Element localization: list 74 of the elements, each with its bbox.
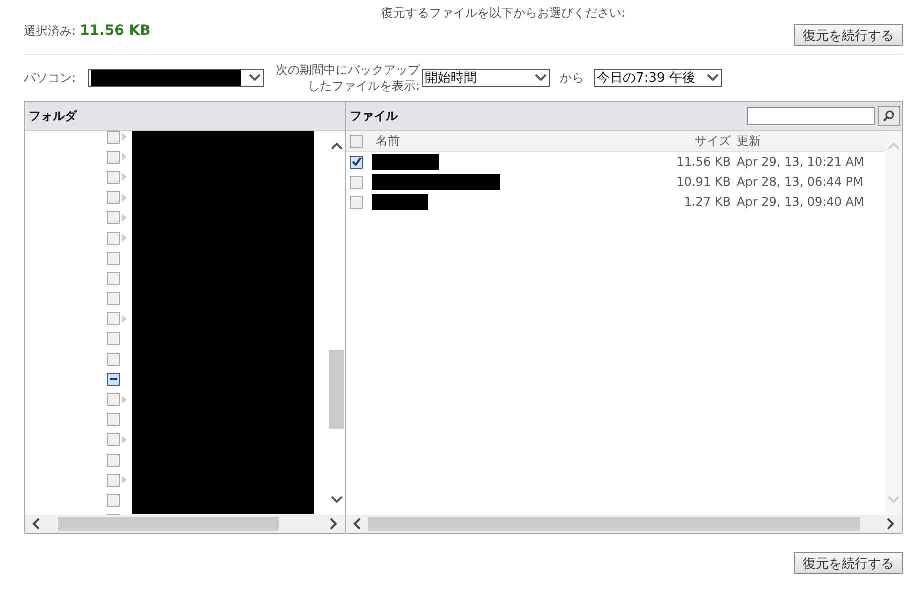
selected-label: 選択済み: bbox=[24, 23, 76, 40]
folder-checkbox[interactable] bbox=[107, 131, 120, 144]
chevron-down-icon[interactable] bbox=[249, 73, 262, 83]
folder-panel-title: フォルダ bbox=[29, 108, 77, 124]
expand-arrow-icon[interactable] bbox=[122, 314, 127, 323]
column-header[interactable]: サイズ bbox=[641, 132, 731, 150]
scrollbar-thumb[interactable] bbox=[368, 517, 860, 531]
scrollbar-thumb[interactable] bbox=[329, 350, 344, 430]
search-button[interactable] bbox=[878, 106, 900, 126]
file-panel-title: ファイル bbox=[350, 108, 398, 124]
file-modified: Apr 28, 13, 06:44 PM bbox=[736, 175, 864, 189]
folder-checkbox[interactable] bbox=[107, 232, 120, 245]
file-modified: Apr 29, 13, 10:21 AM bbox=[736, 155, 866, 169]
selected-size: 11.56 KB bbox=[80, 23, 151, 39]
folder-checkbox[interactable] bbox=[107, 393, 120, 406]
date-select[interactable]: 今日の7:39 午後 bbox=[594, 69, 722, 87]
folder-checkbox[interactable] bbox=[107, 150, 120, 164]
expand-arrow-icon[interactable] bbox=[122, 476, 127, 484]
folder-checkbox[interactable] bbox=[107, 474, 120, 487]
folder-checkbox[interactable] bbox=[107, 372, 120, 386]
folder-checkbox[interactable] bbox=[107, 332, 120, 346]
folder-checkbox[interactable] bbox=[107, 312, 120, 326]
folder-checkbox[interactable] bbox=[107, 413, 120, 426]
redacted-block bbox=[372, 154, 439, 170]
from-label: から bbox=[560, 70, 584, 86]
select-all-checkbox[interactable] bbox=[350, 134, 363, 148]
continue-restore-button[interactable]: 復元を続行する bbox=[794, 24, 903, 46]
file-checkbox[interactable] bbox=[350, 196, 363, 208]
expand-arrow-icon[interactable] bbox=[122, 234, 127, 242]
folder-checkbox[interactable] bbox=[107, 352, 120, 366]
expand-arrow-icon[interactable] bbox=[122, 133, 127, 142]
chevron-right-icon[interactable] bbox=[329, 518, 339, 530]
instruction-text: 復元するファイルを以下からお選びください: bbox=[381, 6, 626, 20]
chevron-left-icon[interactable] bbox=[31, 518, 41, 530]
folder-checkbox[interactable] bbox=[107, 433, 120, 446]
expand-arrow-icon[interactable] bbox=[122, 194, 127, 202]
period-label: 次の期間中にバックアップしたファイルを表示: bbox=[275, 62, 420, 94]
folder-checkbox[interactable] bbox=[107, 454, 120, 467]
chevron-down-icon[interactable] bbox=[535, 73, 548, 83]
horizontal-scrollbar[interactable] bbox=[25, 515, 345, 533]
folder-checkbox[interactable] bbox=[107, 494, 120, 507]
scrollbar-thumb[interactable] bbox=[58, 517, 279, 531]
folder-checkbox[interactable] bbox=[107, 272, 120, 285]
chevron-up-icon[interactable] bbox=[330, 141, 342, 151]
file-size: 10.91 KB bbox=[676, 175, 731, 189]
folder-checkbox[interactable] bbox=[107, 191, 120, 204]
folder-checkbox[interactable] bbox=[107, 211, 120, 224]
computer-select[interactable] bbox=[88, 69, 264, 87]
file-size: 1.27 KB bbox=[683, 195, 731, 209]
expand-arrow-icon[interactable] bbox=[122, 153, 127, 162]
expand-arrow-icon[interactable] bbox=[122, 396, 127, 404]
file-checkbox[interactable] bbox=[350, 176, 363, 188]
period-select[interactable]: 開始時間 bbox=[422, 69, 550, 87]
folder-checkbox[interactable] bbox=[107, 292, 120, 306]
horizontal-scrollbar[interactable] bbox=[346, 515, 902, 533]
folder-checkbox[interactable] bbox=[107, 170, 120, 184]
expand-arrow-icon[interactable] bbox=[122, 436, 127, 444]
column-header[interactable]: 更新 bbox=[731, 132, 885, 150]
search-icon bbox=[883, 110, 895, 122]
column-header[interactable]: 名前 bbox=[370, 132, 641, 150]
file-modified: Apr 29, 13, 09:40 AM bbox=[736, 195, 866, 209]
search-field[interactable] bbox=[747, 107, 875, 125]
file-size: 11.56 KB bbox=[676, 155, 731, 169]
folder-checkbox[interactable] bbox=[107, 252, 120, 265]
expand-arrow-icon[interactable] bbox=[122, 173, 127, 182]
file-checkbox[interactable] bbox=[350, 156, 363, 168]
chevron-right-icon[interactable] bbox=[886, 518, 896, 530]
expand-arrow-icon[interactable] bbox=[122, 214, 127, 222]
computer-label: パソコン: bbox=[24, 70, 76, 86]
redacted-block bbox=[372, 194, 428, 210]
chevron-down-icon[interactable] bbox=[330, 495, 342, 505]
chevron-down-icon[interactable] bbox=[707, 73, 720, 83]
continue-restore-button[interactable]: 復元を続行する bbox=[794, 552, 903, 574]
chevron-left-icon[interactable] bbox=[352, 518, 362, 530]
